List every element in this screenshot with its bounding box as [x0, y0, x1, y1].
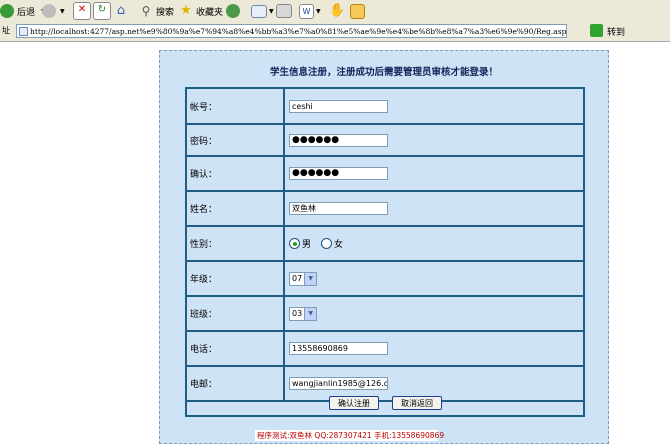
grade-value: 07: [292, 274, 303, 283]
back-arrow-icon: [0, 4, 14, 18]
registration-panel: 学生信息注册，注册成功后需要管理员审核才能登录！ 帐号： ceshi 密码： ●…: [159, 50, 609, 444]
chevron-down-icon[interactable]: ▼: [60, 8, 65, 15]
url-text: http://localhost:4277/asp.net%e9%80%9a%e…: [30, 27, 567, 36]
password-label: 密码：: [187, 125, 285, 155]
printer-icon: [276, 4, 292, 18]
confirm-label: 确认：: [187, 157, 285, 190]
registration-form: 帐号： ceshi 密码： ●●●●●● 确认： ●●●●●● 姓名： 双鱼林 …: [185, 87, 585, 417]
class-select[interactable]: 03 ▼: [289, 306, 318, 321]
grade-select[interactable]: 07 ▼: [289, 271, 318, 286]
submit-button[interactable]: 确认注册: [329, 396, 379, 410]
browser-toolbar: 后退 ▼ ▼ ✕ ↻ ⌂ ⚲ 搜索 ★ 收藏夹 ▼ W ▼ ✋: [0, 0, 670, 23]
search-button[interactable]: ⚲ 搜索: [138, 2, 174, 20]
cancel-button[interactable]: 取消返回: [392, 396, 442, 410]
media-button[interactable]: [226, 2, 240, 20]
chevron-down-icon[interactable]: ▼: [269, 8, 274, 15]
form-row-class: 班级： 03 ▼: [187, 297, 583, 332]
stop-button[interactable]: ✕: [73, 2, 91, 20]
account-label: 帐号：: [187, 89, 285, 123]
back-label: 后退: [17, 7, 36, 18]
form-row-gender: 性别： 男 女: [187, 227, 583, 262]
page-content: 学生信息注册，注册成功后需要管理员审核才能登录！ 帐号： ceshi 密码： ●…: [0, 42, 670, 444]
email-label: 电邮：: [187, 367, 285, 400]
chevron-down-icon[interactable]: ▼: [316, 8, 321, 15]
edit-button[interactable]: W ▼: [299, 2, 321, 20]
gender-label: 性别：: [187, 227, 285, 260]
favorites-button[interactable]: ★ 收藏夹: [178, 2, 223, 20]
form-row-email: 电邮： wangjianlin1985@126.com: [187, 367, 583, 402]
hand-icon: ✋: [329, 3, 346, 18]
search-label: 搜索: [156, 7, 175, 18]
forward-button[interactable]: ▼: [42, 2, 65, 20]
forward-arrow-icon: [42, 4, 56, 18]
account-input[interactable]: ceshi: [289, 99, 388, 113]
gender-male-label[interactable]: 男: [302, 237, 311, 250]
form-row-account: 帐号： ceshi: [187, 89, 583, 125]
class-value: 03: [292, 309, 303, 318]
form-row-name: 姓名： 双鱼林: [187, 192, 583, 227]
grade-label: 年级：: [187, 262, 285, 295]
stop-icon: ✕: [73, 2, 91, 20]
form-row-phone: 电话： 13558690869: [187, 332, 583, 367]
word-edit-icon: W: [299, 3, 314, 19]
name-label: 姓名：: [187, 192, 285, 225]
chevron-down-icon[interactable]: ▼: [304, 272, 317, 285]
confirm-password-input[interactable]: ●●●●●●: [289, 167, 388, 180]
media-icon: [226, 4, 240, 18]
search-icon: ⚲: [141, 4, 151, 18]
refresh-icon: ↻: [93, 2, 111, 20]
mail-icon: [251, 4, 267, 18]
phone-input[interactable]: 13558690869: [289, 342, 388, 355]
print-button[interactable]: [276, 2, 292, 20]
go-button[interactable]: 转到: [607, 25, 625, 38]
messenger-button[interactable]: ✋: [329, 2, 345, 20]
email-input[interactable]: wangjianlin1985@126.com: [289, 377, 388, 390]
chevron-down-icon[interactable]: ▼: [304, 307, 317, 320]
home-icon: ⌂: [116, 3, 126, 18]
name-input[interactable]: 双鱼林: [289, 202, 388, 215]
address-bar: 址 http://localhost:4277/asp.net%e9%80%9a…: [0, 22, 670, 42]
gender-male-radio[interactable]: [289, 238, 300, 249]
password-input[interactable]: ●●●●●●: [289, 133, 388, 147]
address-label-icon: 址: [2, 26, 10, 35]
research-button[interactable]: [350, 2, 365, 20]
form-row-password: 密码： ●●●●●●: [187, 125, 583, 157]
gender-female-label[interactable]: 女: [334, 237, 343, 250]
form-row-confirm: 确认： ●●●●●●: [187, 157, 583, 192]
form-row-grade: 年级： 07 ▼: [187, 262, 583, 297]
gender-female-radio[interactable]: [321, 238, 333, 249]
star-icon: ★: [180, 3, 192, 18]
go-icon[interactable]: [590, 24, 603, 37]
footer-contact: 程序测试:双鱼林 QQ:287307421 手机:13558690869: [255, 430, 445, 441]
favorites-label: 收藏夹: [196, 7, 224, 18]
class-label: 班级：: [187, 297, 285, 330]
phone-label: 电话：: [187, 332, 285, 365]
page-icon: [19, 27, 28, 36]
mail-button[interactable]: ▼: [251, 2, 274, 20]
back-button[interactable]: 后退 ▼: [0, 2, 46, 20]
page-title: 学生信息注册，注册成功后需要管理员审核才能登录！: [269, 67, 498, 78]
url-input[interactable]: http://localhost:4277/asp.net%e9%80%9a%e…: [16, 24, 567, 38]
refresh-button[interactable]: ↻: [93, 2, 111, 20]
home-button[interactable]: ⌂: [113, 2, 129, 20]
research-icon: [350, 3, 365, 19]
